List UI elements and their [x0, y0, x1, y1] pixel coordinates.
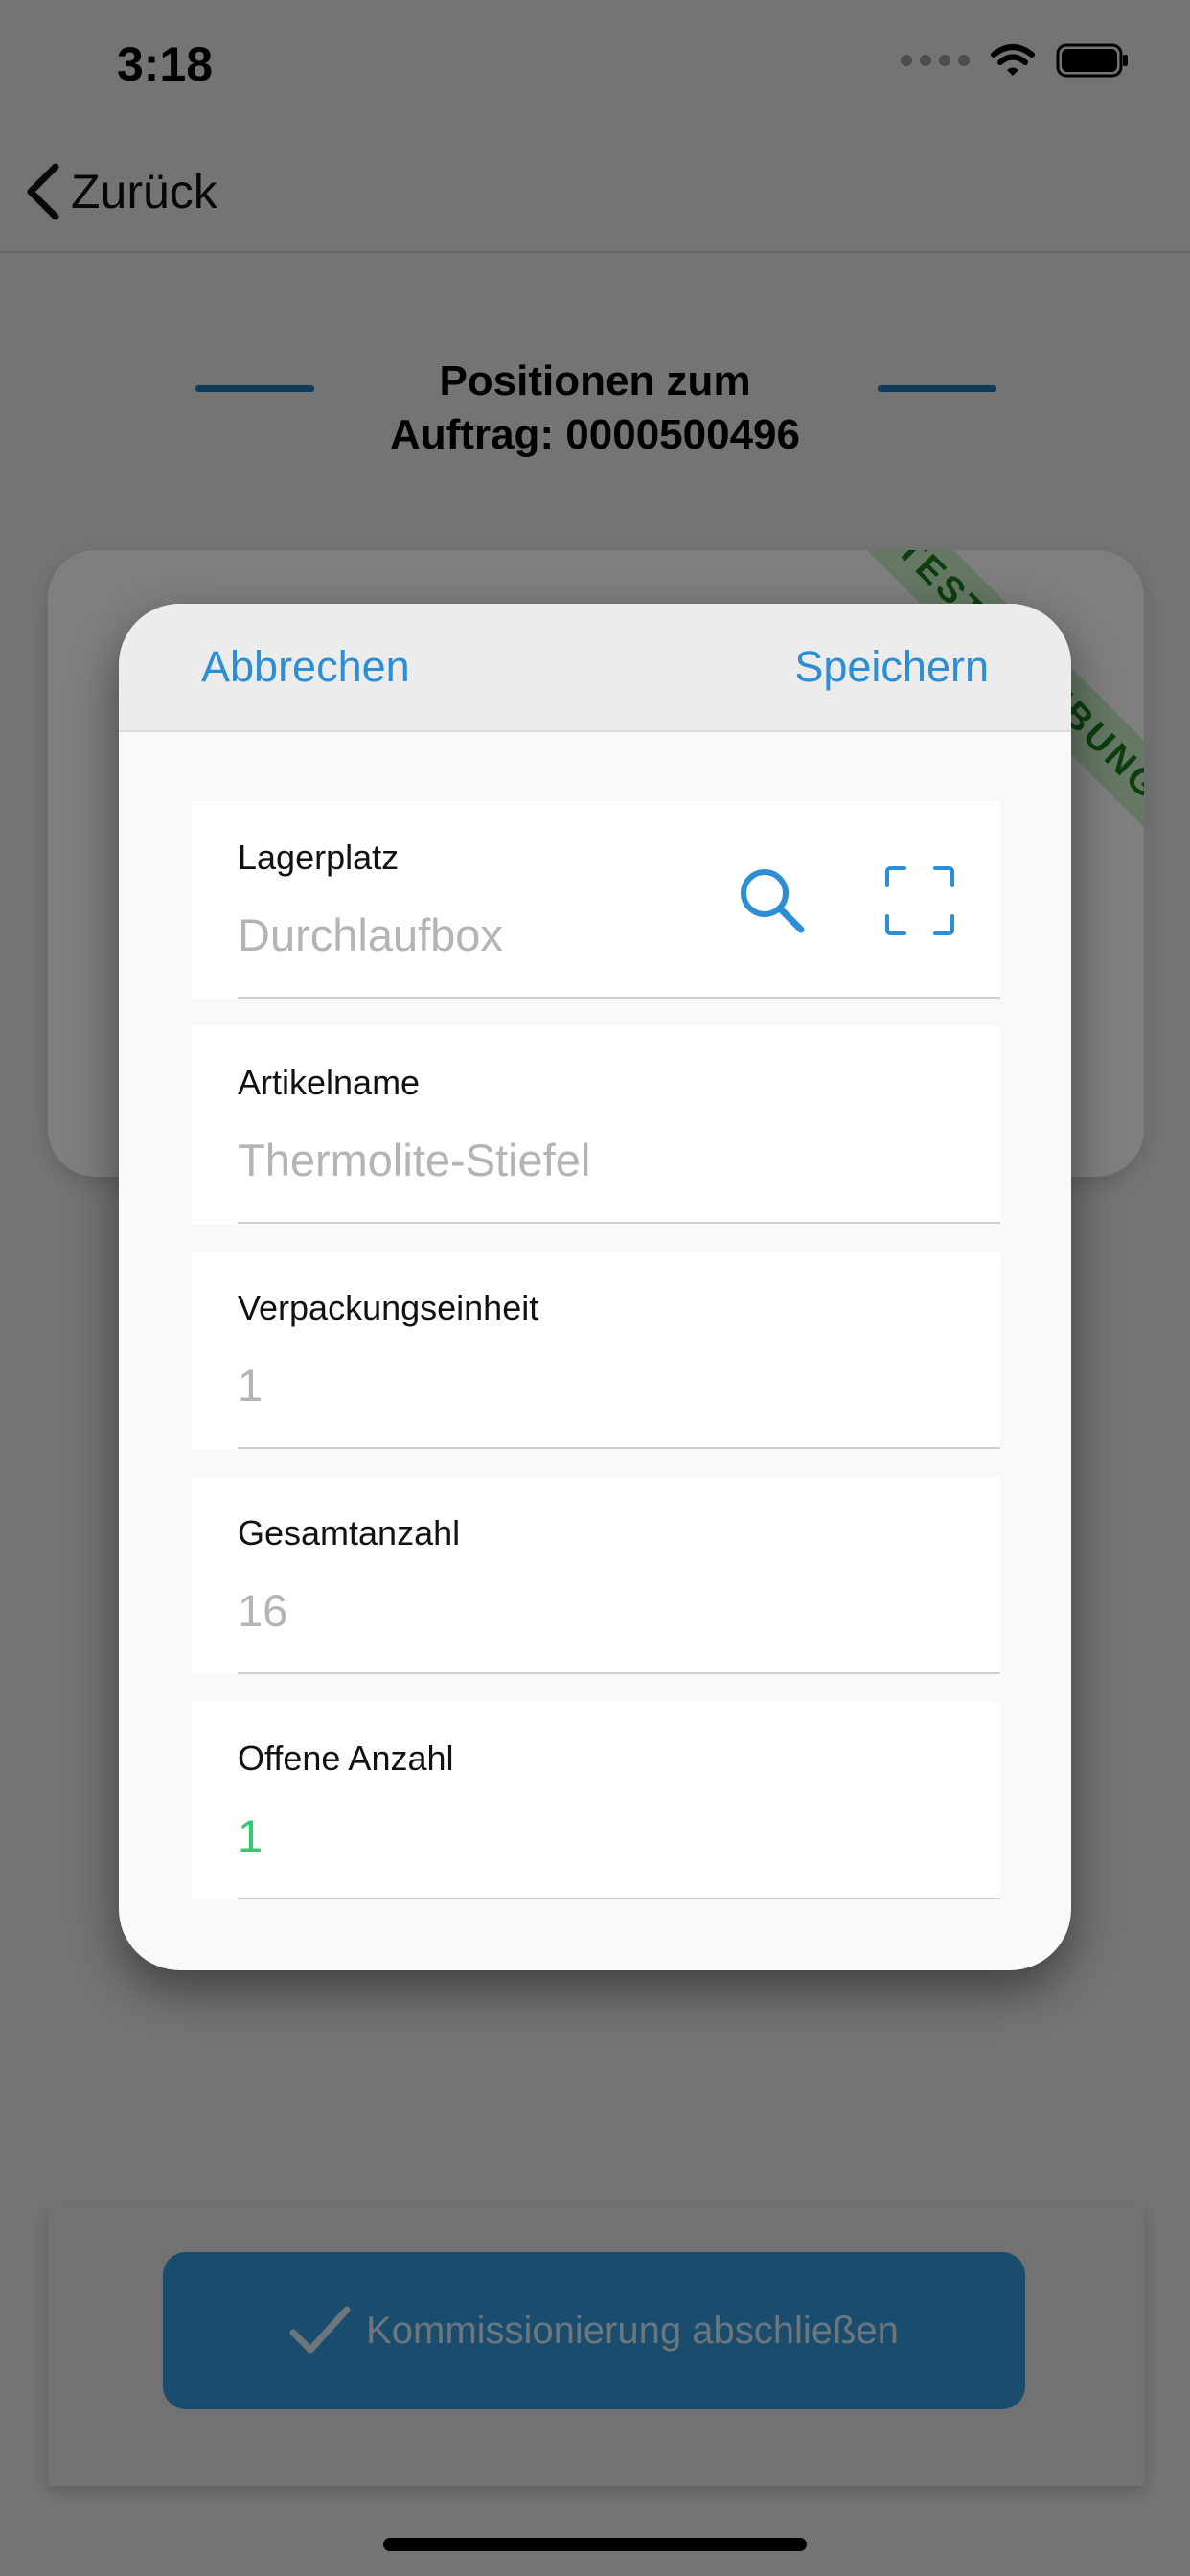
field-underline — [238, 997, 1000, 999]
field-open-count[interactable]: Offene Anzahl 1 — [192, 1702, 1000, 1899]
search-icon[interactable] — [734, 862, 811, 939]
field-label-open-count: Offene Anzahl — [238, 1738, 454, 1778]
packaging-unit-input[interactable]: 1 — [238, 1359, 263, 1412]
field-underline — [238, 1447, 1000, 1449]
edit-position-modal: Abbrechen Speichern Lagerplatz Durchlauf… — [119, 604, 1071, 1970]
modal-header: Abbrechen Speichern — [119, 604, 1071, 732]
open-count-input[interactable]: 1 — [238, 1809, 263, 1862]
total-count-input[interactable]: 16 — [238, 1584, 287, 1637]
field-total-count[interactable]: Gesamtanzahl 16 — [192, 1477, 1000, 1674]
field-label-storage-location: Lagerplatz — [238, 838, 400, 877]
field-packaging-unit[interactable]: Verpackungseinheit 1 — [192, 1252, 1000, 1449]
field-storage-location[interactable]: Lagerplatz Durchlaufbox — [192, 801, 1000, 999]
field-underline — [238, 1222, 1000, 1224]
field-label-total-count: Gesamtanzahl — [238, 1513, 461, 1552]
field-underline — [238, 1672, 1000, 1674]
cancel-button[interactable]: Abbrechen — [201, 642, 410, 692]
field-label-packaging-unit: Verpackungseinheit — [238, 1288, 539, 1327]
field-article-name[interactable]: Artikelname Thermolite-Stiefel — [192, 1026, 1000, 1224]
save-button[interactable]: Speichern — [794, 642, 989, 692]
scan-frame-icon[interactable] — [881, 862, 958, 939]
field-underline — [238, 1898, 1000, 1899]
article-name-input[interactable]: Thermolite-Stiefel — [238, 1134, 590, 1186]
storage-location-input[interactable]: Durchlaufbox — [238, 908, 503, 961]
field-label-article-name: Artikelname — [238, 1063, 421, 1102]
screen: 3:18 Zurück Positionen zum A — [0, 0, 1190, 2576]
